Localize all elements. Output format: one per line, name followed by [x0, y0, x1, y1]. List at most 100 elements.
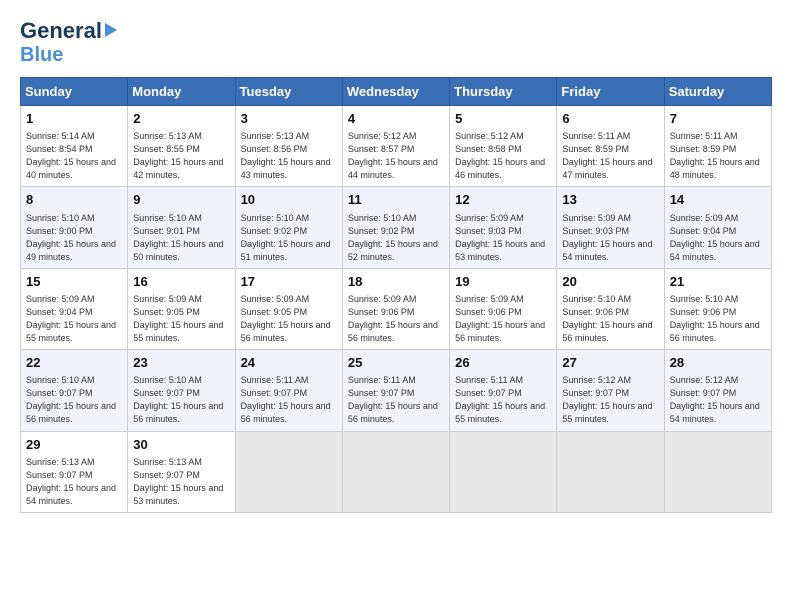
calendar-cell: 12Sunrise: 5:09 AMSunset: 9:03 PMDayligh… — [450, 187, 557, 268]
calendar-cell: 13Sunrise: 5:09 AMSunset: 9:03 PMDayligh… — [557, 187, 664, 268]
day-info: Sunrise: 5:12 AMSunset: 8:58 PMDaylight:… — [455, 130, 551, 182]
calendar-cell: 25 Sunrise: 5:11 AMSunset: 9:07 PMDayligh… — [342, 350, 449, 431]
day-info: Sunrise: 5:13 AMSunset: 9:07 PMDaylight:… — [133, 456, 229, 508]
logo-blue: Blue — [20, 44, 63, 67]
day-info: Sunrise: 5:12 AMSunset: 9:07 PMDaylight:… — [562, 374, 658, 426]
calendar-cell: 14Sunrise: 5:09 AMSunset: 9:04 PMDayligh… — [664, 187, 771, 268]
calendar-cell: 3 Sunrise: 5:13 AMSunset: 8:56 PMDaylight… — [235, 106, 342, 187]
header: General Blue — [20, 18, 772, 67]
day-info: Sunrise: 5:13 AMSunset: 8:56 PMDaylight:… — [241, 130, 337, 182]
day-info: Sunrise: 5:09 AMSunset: 9:03 PMDaylight:… — [562, 212, 658, 264]
day-info: Sunrise: 5:10 AMSunset: 9:01 PMDaylight:… — [133, 212, 229, 264]
day-number: 4 — [348, 110, 444, 128]
day-info: Sunrise: 5:12 AMSunset: 9:07 PMDaylight:… — [670, 374, 766, 426]
calendar-cell: 4 Sunrise: 5:12 AMSunset: 8:57 PMDaylight… — [342, 106, 449, 187]
calendar-week-row: 1 Sunrise: 5:14 AMSunset: 8:54 PMDaylight… — [21, 106, 772, 187]
calendar-week-row: 8 Sunrise: 5:10 AMSunset: 9:00 PMDaylight… — [21, 187, 772, 268]
day-number: 25 — [348, 354, 444, 372]
col-header-thursday: Thursday — [450, 78, 557, 106]
col-header-wednesday: Wednesday — [342, 78, 449, 106]
col-header-sunday: Sunday — [21, 78, 128, 106]
day-info: Sunrise: 5:14 AMSunset: 8:54 PMDaylight:… — [26, 130, 122, 182]
calendar-header-row: SundayMondayTuesdayWednesdayThursdayFrid… — [21, 78, 772, 106]
day-number: 29 — [26, 436, 122, 454]
day-number: 20 — [562, 273, 658, 291]
calendar-cell: 9 Sunrise: 5:10 AMSunset: 9:01 PMDaylight… — [128, 187, 235, 268]
day-info: Sunrise: 5:11 AMSunset: 8:59 PMDaylight:… — [562, 130, 658, 182]
day-info: Sunrise: 5:11 AMSunset: 9:07 PMDaylight:… — [241, 374, 337, 426]
calendar-cell: 8 Sunrise: 5:10 AMSunset: 9:00 PMDaylight… — [21, 187, 128, 268]
day-number: 7 — [670, 110, 766, 128]
day-number: 2 — [133, 110, 229, 128]
day-number: 15 — [26, 273, 122, 291]
day-info: Sunrise: 5:10 AMSunset: 9:06 PMDaylight:… — [562, 293, 658, 345]
logo-triangle-icon — [105, 23, 117, 37]
calendar-cell: 24 Sunrise: 5:11 AMSunset: 9:07 PMDayligh… — [235, 350, 342, 431]
calendar-cell: 1 Sunrise: 5:14 AMSunset: 8:54 PMDaylight… — [21, 106, 128, 187]
day-info: Sunrise: 5:13 AMSunset: 8:55 PMDaylight:… — [133, 130, 229, 182]
day-info: Sunrise: 5:12 AMSunset: 8:57 PMDaylight:… — [348, 130, 444, 182]
day-number: 6 — [562, 110, 658, 128]
day-number: 3 — [241, 110, 337, 128]
day-info: Sunrise: 5:10 AMSunset: 9:06 PMDaylight:… — [670, 293, 766, 345]
day-info: Sunrise: 5:09 AMSunset: 9:03 PMDaylight:… — [455, 212, 551, 264]
day-info: Sunrise: 5:09 AMSunset: 9:06 PMDaylight:… — [348, 293, 444, 345]
day-number: 10 — [241, 191, 337, 209]
page: General Blue SundayMondayTuesdayWednesda… — [0, 0, 792, 612]
day-info: Sunrise: 5:10 AMSunset: 9:00 PMDaylight:… — [26, 212, 122, 264]
day-number: 14 — [670, 191, 766, 209]
col-header-saturday: Saturday — [664, 78, 771, 106]
day-number: 21 — [670, 273, 766, 291]
calendar-cell: 21 Sunrise: 5:10 AMSunset: 9:06 PMDayligh… — [664, 268, 771, 349]
day-number: 5 — [455, 110, 551, 128]
calendar-cell: 19 Sunrise: 5:09 AMSunset: 9:06 PMDayligh… — [450, 268, 557, 349]
day-info: Sunrise: 5:10 AMSunset: 9:02 PMDaylight:… — [241, 212, 337, 264]
day-info: Sunrise: 5:11 AMSunset: 9:07 PMDaylight:… — [455, 374, 551, 426]
day-number: 26 — [455, 354, 551, 372]
calendar-cell: 11Sunrise: 5:10 AMSunset: 9:02 PMDayligh… — [342, 187, 449, 268]
calendar-cell — [664, 431, 771, 512]
day-number: 18 — [348, 273, 444, 291]
calendar-cell: 2 Sunrise: 5:13 AMSunset: 8:55 PMDaylight… — [128, 106, 235, 187]
calendar-cell: 20 Sunrise: 5:10 AMSunset: 9:06 PMDayligh… — [557, 268, 664, 349]
day-number: 1 — [26, 110, 122, 128]
day-info: Sunrise: 5:09 AMSunset: 9:05 PMDaylight:… — [133, 293, 229, 345]
calendar-cell: 7Sunrise: 5:11 AMSunset: 8:59 PMDaylight… — [664, 106, 771, 187]
day-info: Sunrise: 5:09 AMSunset: 9:05 PMDaylight:… — [241, 293, 337, 345]
day-number: 16 — [133, 273, 229, 291]
calendar-cell: 5 Sunrise: 5:12 AMSunset: 8:58 PMDaylight… — [450, 106, 557, 187]
day-info: Sunrise: 5:11 AMSunset: 9:07 PMDaylight:… — [348, 374, 444, 426]
calendar-cell: 29 Sunrise: 5:13 AMSunset: 9:07 PMDayligh… — [21, 431, 128, 512]
day-number: 19 — [455, 273, 551, 291]
day-number: 11 — [348, 191, 444, 209]
day-number: 30 — [133, 436, 229, 454]
calendar-cell: 28Sunrise: 5:12 AMSunset: 9:07 PMDayligh… — [664, 350, 771, 431]
day-info: Sunrise: 5:09 AMSunset: 9:06 PMDaylight:… — [455, 293, 551, 345]
col-header-monday: Monday — [128, 78, 235, 106]
calendar-cell: 10 Sunrise: 5:10 AMSunset: 9:02 PMDayligh… — [235, 187, 342, 268]
calendar-week-row: 29 Sunrise: 5:13 AMSunset: 9:07 PMDayligh… — [21, 431, 772, 512]
day-info: Sunrise: 5:13 AMSunset: 9:07 PMDaylight:… — [26, 456, 122, 508]
calendar-table: SundayMondayTuesdayWednesdayThursdayFrid… — [20, 77, 772, 513]
day-number: 17 — [241, 273, 337, 291]
day-number: 9 — [133, 191, 229, 209]
logo-general: General — [20, 18, 102, 44]
calendar-cell: 6 Sunrise: 5:11 AMSunset: 8:59 PMDaylight… — [557, 106, 664, 187]
day-info: Sunrise: 5:10 AMSunset: 9:07 PMDaylight:… — [133, 374, 229, 426]
calendar-cell: 18 Sunrise: 5:09 AMSunset: 9:06 PMDayligh… — [342, 268, 449, 349]
calendar-cell — [235, 431, 342, 512]
calendar-cell: 26 Sunrise: 5:11 AMSunset: 9:07 PMDayligh… — [450, 350, 557, 431]
calendar-cell: 30 Sunrise: 5:13 AMSunset: 9:07 PMDayligh… — [128, 431, 235, 512]
day-number: 27 — [562, 354, 658, 372]
day-number: 24 — [241, 354, 337, 372]
calendar-week-row: 15Sunrise: 5:09 AMSunset: 9:04 PMDayligh… — [21, 268, 772, 349]
calendar-cell — [557, 431, 664, 512]
col-header-friday: Friday — [557, 78, 664, 106]
calendar-cell: 22Sunrise: 5:10 AMSunset: 9:07 PMDayligh… — [21, 350, 128, 431]
day-number: 22 — [26, 354, 122, 372]
day-number: 8 — [26, 191, 122, 209]
day-number: 23 — [133, 354, 229, 372]
calendar-cell: 17 Sunrise: 5:09 AMSunset: 9:05 PMDayligh… — [235, 268, 342, 349]
calendar-week-row: 22 Sunrise: 5:10 AMSunset: 9:07 PMDayligh… — [21, 350, 772, 431]
col-header-tuesday: Tuesday — [235, 78, 342, 106]
